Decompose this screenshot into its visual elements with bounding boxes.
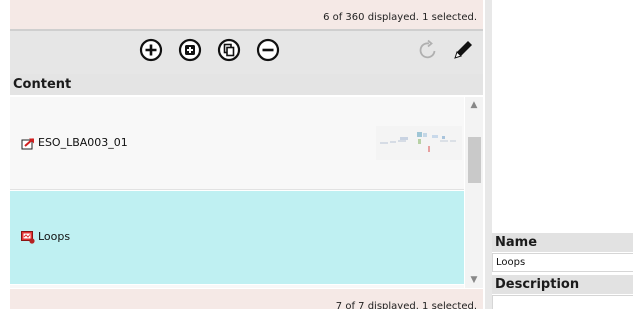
description-field[interactable] (492, 295, 633, 309)
panel-splitter[interactable] (485, 0, 492, 309)
remove-button[interactable] (255, 37, 281, 63)
list-item[interactable]: ESO_LBA003_01 (10, 97, 464, 190)
scroll-up-arrow-icon[interactable]: ▲ (465, 97, 483, 113)
properties-panel: Name Loops Description (492, 0, 633, 309)
content-header-label: Content (13, 77, 72, 92)
copy-button[interactable] (216, 37, 242, 63)
add-copy-button[interactable] (177, 37, 203, 63)
description-label: Description (495, 277, 580, 292)
loop-image-icon (21, 231, 35, 244)
edit-button[interactable] (450, 37, 476, 63)
list-item-partial[interactable] (10, 285, 464, 288)
description-property-header: Description (492, 275, 633, 294)
toolbar (10, 31, 483, 74)
list-item-label: Loops (38, 230, 71, 243)
name-property-header: Name (492, 233, 633, 252)
bottom-status-text: 7 of 7 displayed. 1 selected. (335, 301, 477, 309)
add-copy-icon (178, 38, 202, 62)
bottom-status-bar: 7 of 7 displayed. 1 selected. (10, 289, 483, 309)
list-item-selected[interactable]: Loops (10, 191, 464, 284)
scroll-down-arrow-icon[interactable]: ▼ (465, 272, 483, 288)
export-arrow-icon (21, 138, 34, 150)
scroll-thumb[interactable] (468, 137, 481, 183)
minus-circle-icon (256, 38, 280, 62)
plus-circle-icon (139, 38, 163, 62)
refresh-icon (419, 39, 436, 59)
list-item-label: ESO_LBA003_01 (38, 136, 128, 149)
add-button[interactable] (138, 37, 164, 63)
top-status-bar: 6 of 360 displayed. 1 selected. (10, 0, 483, 29)
content-list: ESO_LBA003_01 Loops (10, 97, 464, 288)
list-scrollbar[interactable]: ▲ ▼ (465, 97, 483, 288)
name-field[interactable]: Loops (492, 253, 633, 272)
top-status-text: 6 of 360 displayed. 1 selected. (323, 12, 477, 23)
name-label: Name (495, 235, 538, 250)
copy-icon (217, 38, 241, 62)
pencil-icon (454, 41, 472, 59)
name-value: Loops (496, 257, 526, 268)
content-section-header: Content (10, 74, 483, 95)
content-browser-panel: 6 of 360 displayed. 1 selected. Content … (0, 0, 485, 309)
refresh-button[interactable] (415, 37, 441, 63)
thumbnail-preview (376, 126, 462, 160)
